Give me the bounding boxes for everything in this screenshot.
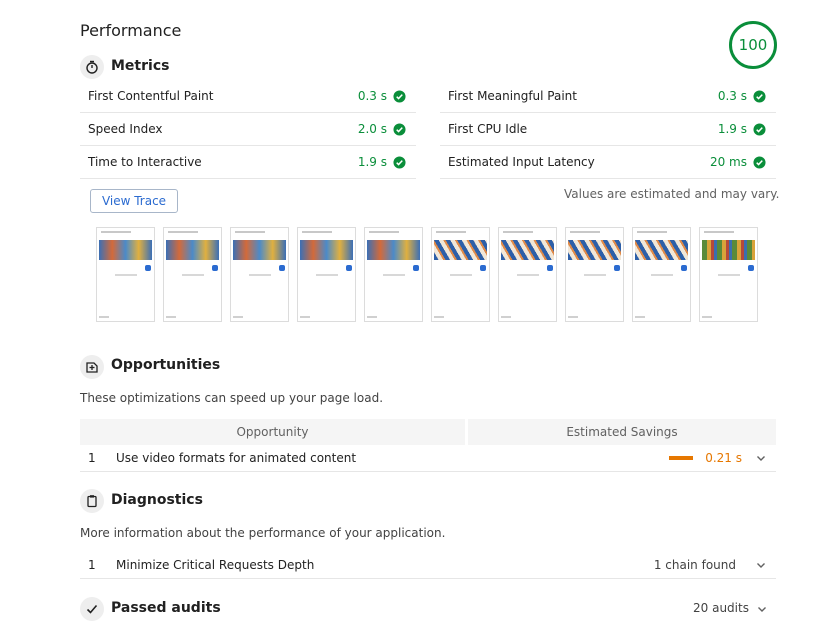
view-trace-button[interactable]: View Trace (90, 189, 178, 213)
estimate-note: Values are estimated and may vary. (564, 187, 780, 201)
passed-audits-heading[interactable]: Passed audits (111, 600, 221, 616)
savings-bar (669, 456, 694, 460)
filmstrip-frame (96, 227, 155, 322)
pass-check-icon (753, 89, 766, 103)
stopwatch-icon (80, 55, 104, 79)
filmstrip-frame (364, 227, 423, 322)
metric-label: Speed Index (88, 122, 163, 136)
diagnostics-heading: Diagnostics (111, 492, 203, 508)
chevron-down-icon[interactable] (757, 604, 767, 614)
opportunities-description: These optimizations can speed up your pa… (80, 391, 384, 405)
metric-row: First Contentful Paint 0.3 s (80, 80, 416, 113)
filmstrip-frame (297, 227, 356, 322)
diagnostic-row[interactable]: 1 Minimize Critical Requests Depth 1 cha… (80, 552, 776, 579)
pass-check-icon (753, 122, 766, 136)
passed-audits-count: 20 audits (693, 601, 749, 615)
column-header-opportunity: Opportunity (236, 425, 309, 439)
metrics-left-column: First Contentful Paint 0.3 s Speed Index… (80, 80, 416, 179)
pass-check-icon (393, 155, 406, 169)
metric-label: First CPU Idle (448, 122, 528, 136)
clipboard-icon (80, 489, 104, 513)
metric-row: First CPU Idle 1.9 s (440, 113, 776, 146)
page-title: Performance (80, 21, 182, 40)
metric-value: 2.0 s (357, 122, 387, 136)
chevron-down-icon[interactable] (756, 560, 766, 570)
checkmark-icon (80, 597, 104, 621)
filmstrip-frame (431, 227, 490, 322)
metrics-heading: Metrics (111, 58, 170, 74)
column-header-savings: Estimated Savings (566, 425, 678, 439)
opportunity-label: Use video formats for animated content (116, 451, 357, 465)
diagnostic-detail: 1 chain found (653, 558, 736, 572)
savings-value: 0.21 s (705, 451, 742, 465)
opportunity-row[interactable]: 1 Use video formats for animated content… (80, 445, 776, 472)
chevron-down-icon[interactable] (756, 453, 766, 463)
row-index: 1 (88, 558, 96, 572)
metric-value: 1.9 s (357, 155, 387, 169)
diagnostics-description: More information about the performance o… (80, 526, 446, 540)
filmstrip-frame (230, 227, 289, 322)
metric-value: 20 ms (709, 155, 747, 169)
metric-value: 0.3 s (717, 89, 747, 103)
filmstrip-frame (699, 227, 758, 322)
performance-score-gauge: 100 (729, 21, 777, 69)
metric-value: 1.9 s (717, 122, 747, 136)
filmstrip-frame (163, 227, 222, 322)
metric-row: First Meaningful Paint 0.3 s (440, 80, 776, 113)
metric-row: Time to Interactive 1.9 s (80, 146, 416, 179)
pass-check-icon (393, 122, 406, 136)
metrics-right-column: First Meaningful Paint 0.3 s First CPU I… (440, 80, 776, 179)
filmstrip-frame (565, 227, 624, 322)
row-index: 1 (88, 451, 96, 465)
metric-label: Estimated Input Latency (448, 155, 595, 169)
metric-label: First Contentful Paint (88, 89, 214, 103)
metric-label: Time to Interactive (88, 155, 202, 169)
opportunities-icon (80, 355, 104, 379)
pass-check-icon (393, 89, 406, 103)
pass-check-icon (753, 155, 766, 169)
metric-label: First Meaningful Paint (448, 89, 577, 103)
metric-row: Speed Index 2.0 s (80, 113, 416, 146)
diagnostic-label: Minimize Critical Requests Depth (116, 558, 315, 572)
metric-row: Estimated Input Latency 20 ms (440, 146, 776, 179)
filmstrip-frame (498, 227, 557, 322)
opportunities-table-header: Opportunity Estimated Savings (80, 419, 776, 445)
metric-value: 0.3 s (357, 89, 387, 103)
filmstrip-frame (632, 227, 691, 322)
opportunities-heading: Opportunities (111, 357, 221, 373)
